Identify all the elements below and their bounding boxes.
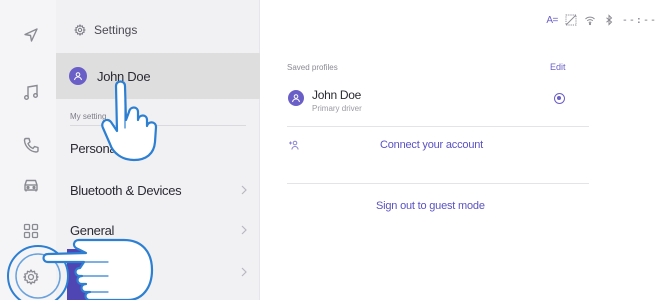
user-icon [292,94,300,103]
settings-panel: Settings John Doe My setting Personal Bl… [56,0,260,300]
menu-item-personal[interactable]: Personal [56,128,260,168]
connect-account-row[interactable]: Connect your account [288,136,588,156]
menu-item-bluetooth-devices[interactable]: Bluetooth & Devices [56,170,260,210]
chevron-right-icon [240,266,248,278]
user-icon [74,72,82,81]
avatar [288,90,304,106]
settings-gear-icon[interactable] [22,268,40,286]
no-signal-icon [565,14,577,26]
saved-profile-role: Primary driver [312,104,362,113]
section-label: My setting [70,112,107,121]
saved-profiles-label: Saved profiles [287,63,338,72]
chevron-right-icon [240,184,248,196]
settings-title: Settings [94,23,138,37]
phone-icon[interactable] [22,136,40,154]
menu-item-label: Personal [70,140,119,156]
profile-selected-radio[interactable] [554,93,565,104]
status-bar: A= --:-- [546,14,657,26]
app-window: Settings John Doe My setting Personal Bl… [0,0,665,300]
clock: --:-- [621,14,657,26]
settings-header: Settings [74,20,137,40]
settings-header-gear-icon [74,24,86,36]
apps-grid-icon[interactable] [22,222,40,240]
menu-item-general[interactable]: General [56,210,260,250]
menu-item-label: General [70,222,115,238]
divider [70,125,246,126]
music-icon[interactable] [22,83,40,101]
profile-name: John Doe [97,68,151,84]
icon-rail [0,0,56,300]
font-size-status: A= [546,14,558,26]
connect-account-link[interactable]: Connect your account [380,139,483,151]
avatar [69,67,87,85]
menu-item-label: Bluetooth & Devices [70,182,182,198]
saved-profile-row[interactable]: John Doe Primary driver [288,88,362,113]
add-user-icon [288,139,300,151]
edit-button[interactable]: Edit [550,62,566,72]
car-icon[interactable] [22,176,40,194]
profile-row[interactable]: John Doe [56,53,260,99]
chevron-right-icon [240,224,248,236]
saved-profile-name: John Doe [312,88,361,102]
bluetooth-icon [606,14,613,26]
wifi-icon [585,16,595,26]
divider [287,126,589,127]
navigation-icon[interactable] [22,26,40,44]
main-pane: A= --:-- Saved profiles Edit John Doe Pr… [260,0,665,300]
sign-out-guest-link[interactable]: Sign out to guest mode [376,200,485,212]
divider [287,183,589,184]
menu-item-icon-tile [67,249,107,300]
